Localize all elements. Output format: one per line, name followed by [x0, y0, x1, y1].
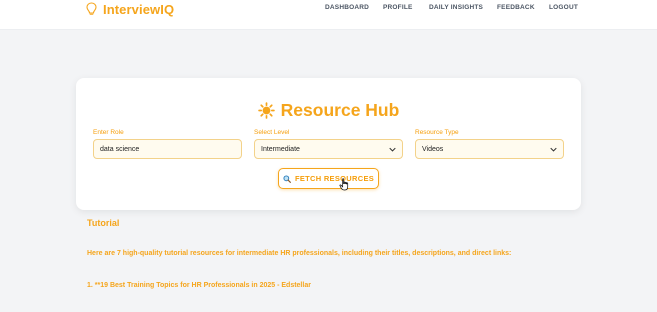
role-input-value: data science — [100, 145, 140, 153]
level-label: Select Level — [254, 129, 290, 136]
level-select[interactable]: Intermediate — [254, 139, 403, 159]
results-intro: Here are 7 high-quality tutorial resourc… — [87, 250, 512, 257]
sun-icon — [257, 101, 275, 119]
fetch-resources-button[interactable]: FETCH RESOURCES — [278, 168, 379, 189]
chevron-down-icon — [389, 147, 396, 152]
magnifier-icon — [283, 174, 291, 183]
role-label: Enter Role — [93, 129, 124, 136]
role-input[interactable]: data science — [93, 139, 242, 159]
chevron-down-icon — [550, 147, 557, 152]
nav-logout[interactable]: LOGOUT — [549, 4, 578, 11]
nav-daily-insights[interactable]: DAILY INSIGHTS — [429, 4, 483, 11]
nav-dashboard[interactable]: DASHBOARD — [325, 4, 369, 11]
nav-feedback[interactable]: FEEDBACK — [497, 4, 535, 11]
resource-hub-heading: Resource Hub — [76, 100, 581, 120]
section-title-tutorial: Tutorial — [87, 218, 120, 228]
list-item: 1. **19 Best Training Topics for HR Prof… — [87, 282, 311, 289]
fetch-resources-label: FETCH RESOURCES — [294, 174, 375, 183]
type-select-value: Videos — [422, 145, 444, 153]
page-title: Resource Hub — [280, 99, 400, 120]
nav-profile[interactable]: PROFILE — [383, 4, 413, 11]
level-field: Select Level Intermediate — [254, 129, 403, 159]
role-field: Enter Role data science — [93, 129, 242, 159]
nav-links: DASHBOARD PROFILE DAILY INSIGHTS FEEDBAC… — [0, 4, 657, 14]
top-navbar: InterviewIQ DASHBOARD PROFILE DAILY INSI… — [0, 0, 657, 30]
hand-pointer-icon — [339, 178, 349, 191]
level-select-value: Intermediate — [261, 145, 300, 153]
resource-hub-card: Resource Hub Enter Role data science Sel… — [76, 78, 581, 210]
type-label: Resource Type — [415, 129, 459, 136]
type-select[interactable]: Videos — [415, 139, 564, 159]
type-field: Resource Type Videos — [415, 129, 564, 159]
